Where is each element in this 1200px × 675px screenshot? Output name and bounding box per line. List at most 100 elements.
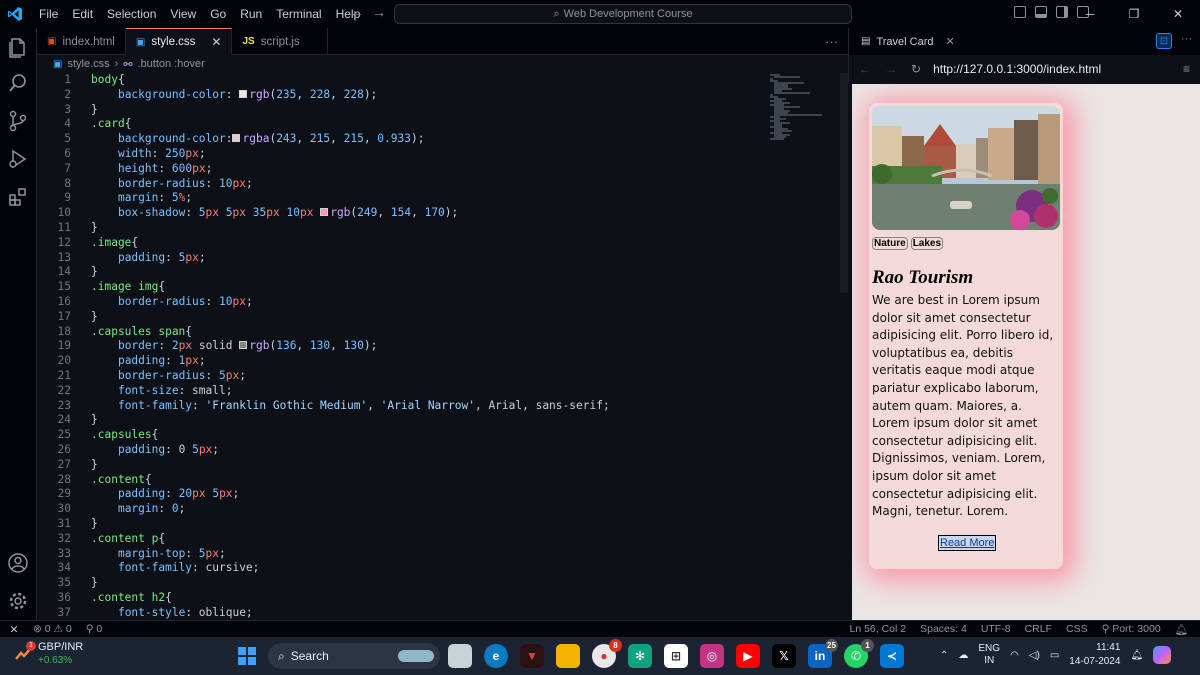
code-line[interactable]: 21 border-radius: 5px; — [37, 369, 777, 384]
code-editor[interactable]: 1 body{2 background-color: rgb(235, 228, … — [37, 73, 848, 620]
menu-file[interactable]: File — [32, 0, 65, 28]
remote-indicator-icon[interactable]: ✕ — [0, 621, 28, 638]
tab-script-js[interactable]: JS script.js — [232, 28, 329, 55]
back-arrow-icon[interactable]: ← — [350, 4, 364, 20]
file-explorer-icon[interactable] — [556, 644, 580, 668]
code-line[interactable]: 31} — [37, 517, 777, 532]
close-tab-icon[interactable]: ✕ — [211, 35, 221, 49]
code-line[interactable]: 7 height: 600px; — [37, 162, 777, 177]
ticker-widget[interactable]: 1 GBP/INR +0.63% — [14, 641, 83, 667]
code-line[interactable]: 35} — [37, 576, 777, 591]
breadcrumb-symbol[interactable]: .button :hover — [138, 58, 205, 70]
forward-arrow-icon[interactable]: → — [372, 4, 386, 20]
code-line[interactable]: 36 .content h2{ — [37, 591, 777, 606]
code-line[interactable]: 28 .content{ — [37, 473, 777, 488]
color-swatch[interactable] — [320, 208, 329, 217]
code-line[interactable]: 11} — [37, 221, 777, 236]
code-line[interactable]: 25 .capsules{ — [37, 428, 777, 443]
color-swatch[interactable] — [239, 89, 248, 98]
game-app-icon[interactable]: ▼ — [520, 644, 544, 668]
tab-travel-card[interactable]: ▤ Travel Card ✕ — [861, 35, 955, 49]
edge-icon[interactable]: e — [484, 644, 508, 668]
task-view-icon[interactable] — [448, 644, 472, 668]
code-line[interactable]: 34 font-family: cursive; — [37, 561, 777, 576]
toggle-panel-icon[interactable] — [1035, 6, 1047, 18]
code-line[interactable]: 9 margin: 5%; — [37, 191, 777, 206]
source-control-icon[interactable] — [7, 110, 29, 132]
menu-run[interactable]: Run — [233, 0, 269, 28]
code-line[interactable]: 12 .image{ — [37, 236, 777, 251]
menu-selection[interactable]: Selection — [100, 0, 163, 28]
code-line[interactable]: 5 background-color: rgba(243, 215, 215, 0… — [37, 132, 777, 147]
indentation[interactable]: Spaces: 4 — [920, 623, 967, 636]
volume-icon[interactable]: ◁) — [1029, 650, 1040, 661]
code-line[interactable]: 18 .capsules span{ — [37, 325, 777, 340]
tab-style-css[interactable]: ▣ style.css ✕ — [125, 28, 233, 55]
tab-index-html[interactable]: ▣ index.html — [37, 28, 126, 55]
command-center[interactable]: ⌕ Web Development Course — [394, 4, 852, 24]
x-icon[interactable]: 𝕏 — [772, 644, 796, 668]
chrome-icon[interactable]: ● 8 — [592, 639, 622, 668]
code-line[interactable]: 14} — [37, 265, 777, 280]
run-debug-icon[interactable] — [7, 148, 29, 170]
problems-indicator[interactable]: ⊗ 0 ⚠ 0 — [33, 623, 72, 635]
search-icon[interactable] — [7, 72, 29, 94]
code-line[interactable]: 23 font-family: 'Franklin Gothic Medium'… — [37, 399, 777, 414]
minimap[interactable] — [770, 73, 830, 153]
line-ending[interactable]: CRLF — [1025, 623, 1052, 636]
read-more-button[interactable]: Read More — [938, 535, 997, 551]
menu-edit[interactable]: Edit — [65, 0, 100, 28]
code-line[interactable]: 33 margin-top: 5px; — [37, 547, 777, 562]
code-line[interactable]: 29 padding: 20px 5px; — [37, 487, 777, 502]
code-line[interactable]: 2 background-color: rgb(235, 228, 228); — [37, 88, 777, 103]
more-actions-icon[interactable]: ··· — [1181, 33, 1192, 45]
encoding[interactable]: UTF-8 — [981, 623, 1011, 636]
language-mode[interactable]: CSS — [1066, 623, 1088, 636]
notifications-bell-icon[interactable]: 🔔︎ — [1130, 650, 1143, 661]
menu-go[interactable]: Go — [203, 0, 233, 28]
url-input[interactable]: http://127.0.0.1:3000/index.html — [933, 62, 1101, 76]
forward-arrow-icon[interactable]: → — [885, 62, 897, 76]
toggle-secondary-sidebar-icon[interactable] — [1056, 6, 1068, 18]
extensions-icon[interactable] — [7, 186, 29, 208]
minimize-icon[interactable]: ─ — [1068, 0, 1112, 28]
restore-icon[interactable]: ❐ — [1112, 0, 1156, 28]
language-indicator[interactable]: ENG IN — [978, 643, 1000, 667]
code-line[interactable]: 22 font-size: small; — [37, 384, 777, 399]
explorer-icon[interactable] — [7, 36, 29, 58]
cloud-off-icon[interactable]: ☁ — [958, 650, 968, 661]
code-line[interactable]: 20 padding: 1px; — [37, 354, 777, 369]
ports-indicator[interactable]: ⚲ 0 — [86, 623, 102, 635]
breadcrumb-file[interactable]: style.css — [67, 58, 109, 70]
code-line[interactable]: 15 .image img{ — [37, 280, 777, 295]
clock[interactable]: 11:41 14-07-2024 — [1069, 641, 1120, 669]
back-arrow-icon[interactable]: ← — [859, 62, 871, 76]
lock-icon[interactable]: ⊡ — [1156, 33, 1172, 49]
more-actions-icon[interactable]: ··· — [825, 34, 838, 49]
account-icon[interactable] — [7, 552, 29, 574]
close-window-icon[interactable]: ✕ — [1156, 0, 1200, 28]
gear-icon[interactable] — [7, 590, 29, 612]
menu-terminal[interactable]: Terminal — [269, 0, 328, 28]
menu-view[interactable]: View — [163, 0, 203, 28]
code-line[interactable]: 24} — [37, 413, 777, 428]
code-line[interactable]: 37 font-style: oblique; — [37, 606, 777, 620]
youtube-icon[interactable]: ▶ — [736, 644, 760, 668]
code-line[interactable]: 19 border: 2px solid rgb(136, 130, 130); — [37, 339, 777, 354]
color-swatch[interactable] — [239, 341, 248, 350]
chevron-up-icon[interactable]: ⌃ — [940, 650, 948, 661]
code-line[interactable]: 17} — [37, 310, 777, 325]
reload-icon[interactable]: ↻ — [911, 62, 921, 76]
code-line[interactable]: 13 padding: 5px; — [37, 251, 777, 266]
vscode-taskbar-icon[interactable]: ≺ — [880, 644, 904, 668]
live-server-port[interactable]: ⚲ Port: 3000 — [1102, 623, 1161, 636]
vertical-scrollbar[interactable] — [840, 73, 848, 293]
code-line[interactable]: 26 padding: 0 5px; — [37, 443, 777, 458]
instagram-icon[interactable]: ◎ — [700, 644, 724, 668]
code-line[interactable]: 4 .card{ — [37, 117, 777, 132]
code-line[interactable]: 30 margin: 0; — [37, 502, 777, 517]
copilot-icon[interactable] — [1153, 646, 1172, 664]
taskbar-search[interactable]: ⌕ Search — [268, 643, 440, 669]
color-swatch[interactable] — [232, 134, 241, 143]
code-line[interactable]: 8 border-radius: 10px; — [37, 177, 777, 192]
